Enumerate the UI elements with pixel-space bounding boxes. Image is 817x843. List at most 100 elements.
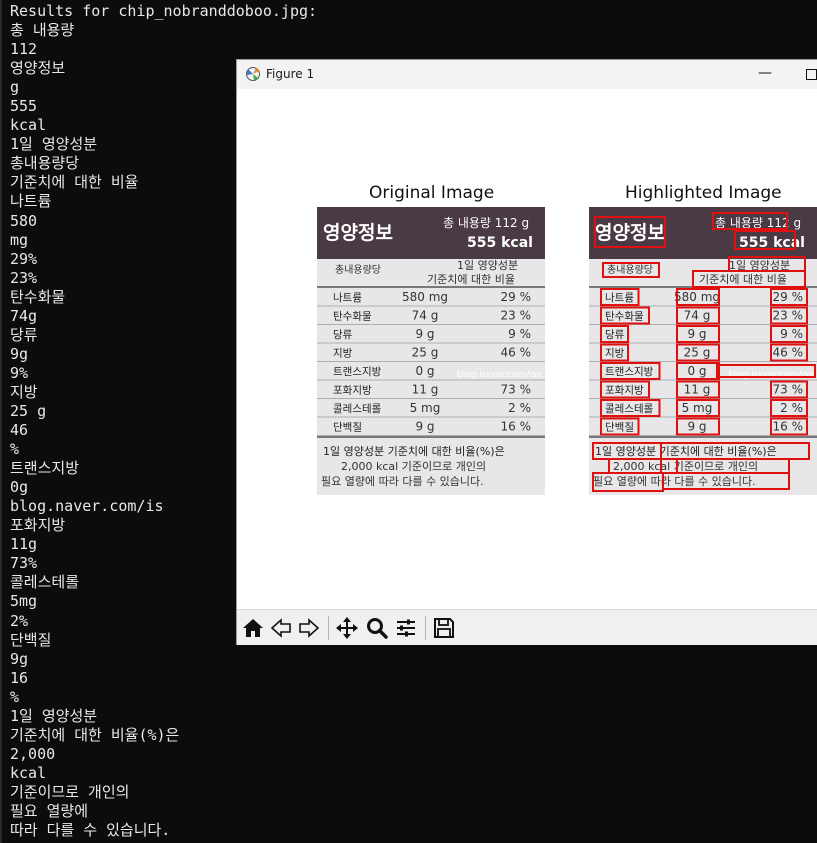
label-heading: 영양정보 <box>595 222 665 244</box>
label-nutrient-name: 당류 <box>333 329 353 341</box>
terminal-line: 9g <box>10 649 29 668</box>
label-nutrient-percent: 23 % <box>501 309 532 323</box>
label-heading: 영양정보 <box>323 222 393 244</box>
label-total: 총 내용량 112 g <box>443 216 529 230</box>
label-nutrient-amount: 5 mg <box>410 401 441 415</box>
label-footnote: 2,000 kcal 기준이므로 개인의 <box>341 460 486 473</box>
label-total: 총 내용량 112 g <box>715 216 801 230</box>
label-nutrient-name: 나트륨 <box>605 292 634 304</box>
terminal-line: Results for chip_nobranddoboo.jpg: <box>10 2 318 20</box>
label-nutrient-percent: 73 % <box>773 383 804 397</box>
zoom-icon[interactable] <box>364 615 390 641</box>
matplotlib-app-icon <box>246 67 260 81</box>
label-nutrient-percent: 73 % <box>501 383 532 397</box>
label-nutrient-percent: 29 % <box>773 290 804 304</box>
label-nutrient-name: 콜레스테롤 <box>605 403 654 415</box>
maximize-icon <box>805 69 817 80</box>
toolbar-separator <box>425 616 426 640</box>
label-nutrient-percent: 9 % <box>780 327 803 341</box>
label-nutrient-percent: 2 % <box>508 401 531 415</box>
label-nutrient-amount: 25 g <box>412 346 439 360</box>
label-footnote: 필요 열량에 따라 다를 수 있습니다. <box>321 475 484 488</box>
label-nutrient-name: 포화지방 <box>333 385 372 397</box>
label-nutrient-name: 지방 <box>333 348 353 360</box>
matplotlib-figure-window[interactable]: Figure 1 — Original Image Highlighted Im… <box>236 59 817 645</box>
label-nutrient-name: 당류 <box>605 329 625 341</box>
label-nutrient-name: 탄수화물 <box>333 311 372 323</box>
forward-arrow-icon[interactable] <box>296 615 322 641</box>
highlighted-image-title: Highlighted Image <box>625 183 782 203</box>
label-nutrient-percent: 46 % <box>501 346 532 360</box>
terminal-line: 112 <box>10 40 38 59</box>
label-nutrient-percent: 9 % <box>508 327 531 341</box>
label-nutrient-amount: 74 g <box>412 309 439 323</box>
label-nutrient-amount: 0 g <box>415 364 434 378</box>
label-kcal: 555 kcal <box>467 235 533 251</box>
label-nutrient-amount: 9 g <box>687 327 706 341</box>
label-nutrient-name: 포화지방 <box>605 385 644 397</box>
label-nutrient-name: 단백질 <box>605 422 634 434</box>
label-watermark: blog.naver.com/iss <box>457 370 542 380</box>
terminal-line: % <box>10 687 20 706</box>
label-daily-header: 기준치에 대한 비율 <box>699 273 787 286</box>
label-per-total: 총내용량당 <box>335 264 381 276</box>
label-nutrient-amount: 580 mg <box>402 290 448 304</box>
label-footnote: 1일 영양성분 기준치에 대한 비율(%)은 <box>595 444 777 458</box>
home-icon[interactable] <box>240 615 266 641</box>
terminal-line: 따라 다를 수 있습니다. <box>10 821 171 840</box>
label-nutrient-amount: 5 mg <box>682 401 713 415</box>
label-daily-header: 1일 영양성분 <box>729 258 790 272</box>
label-nutrient-amount: 74 g <box>684 309 711 323</box>
label-nutrient-amount: 9 g <box>687 420 706 434</box>
label-daily-header: 기준치에 대한 비율 <box>427 273 515 286</box>
label-nutrient-percent: 16 % <box>501 420 532 434</box>
label-nutrient-name: 콜레스테롤 <box>333 403 382 415</box>
label-footnote: 1일 영양성분 기준치에 대한 비율(%)은 <box>323 444 505 458</box>
label-nutrient-amount: 9 g <box>415 327 434 341</box>
label-nutrient-amount: 9 g <box>415 420 434 434</box>
save-icon[interactable] <box>431 615 457 641</box>
title-bar[interactable]: Figure 1 — <box>237 60 817 89</box>
nutrition-label-photo-highlighted: 영양정보 총 내용량 112 g555 kcal1일 영양성분기준치에 대한 비율… <box>589 207 817 495</box>
nutrition-label-photo: 영양정보 총 내용량 112 g 555 kcal 1일 영양성분기준치에 대한 비율… <box>317 207 545 495</box>
label-nutrient-percent: 16 % <box>773 420 804 434</box>
terminal-line: 총 내용량 <box>10 21 75 40</box>
terminal-line: 1일 영양성분 <box>10 706 98 725</box>
label-nutrient-percent: 2 % <box>780 401 803 415</box>
label-nutrient-amount: 0 g <box>687 364 706 378</box>
label-nutrient-name: 단백질 <box>333 422 362 434</box>
label-nutrient-name: 나트륨 <box>333 292 362 304</box>
configure-subplots-icon[interactable] <box>393 615 419 641</box>
label-daily-header: 1일 영양성분 <box>457 258 518 272</box>
label-nutrient-name: 탄수화물 <box>605 311 644 323</box>
terminal-line: kcal <box>10 763 47 782</box>
navigation-toolbar <box>237 609 817 645</box>
terminal-line: 2,000 <box>10 744 56 763</box>
terminal-line: 16 <box>10 668 29 687</box>
label-nutrient-amount: 580 mg <box>674 290 720 304</box>
back-arrow-icon[interactable] <box>268 615 294 641</box>
label-nutrient-percent: 46 % <box>773 346 804 360</box>
figure-canvas[interactable]: Original Image Highlighted Image 영양정보 총 내… <box>237 89 817 609</box>
terminal-line: 필요 열량에 <box>10 801 89 820</box>
maximize-button[interactable] <box>799 64 817 84</box>
label-nutrient-percent: 23 % <box>773 309 804 323</box>
toolbar-separator <box>328 616 329 640</box>
terminal-line: 기준치에 대한 비율(%)은 <box>10 725 180 744</box>
label-nutrient-percent: 29 % <box>501 290 532 304</box>
label-footnote: 2,000 kcal 기준이므로 개인의 <box>613 460 758 473</box>
label-nutrient-name: 트랜스지방 <box>333 366 382 378</box>
label-watermark: blog.naver.com/iss <box>729 370 814 380</box>
label-nutrient-name: 지방 <box>605 348 625 360</box>
label-nutrient-name: 트랜스지방 <box>605 366 654 378</box>
pan-icon[interactable] <box>334 615 360 641</box>
label-footnote: 필요 열량에 따라 다를 수 있습니다. <box>593 475 756 488</box>
highlighted-image: 영양정보 총 내용량 112 g 555 kcal 1일 영양성분 기준치에 대한 비율… <box>589 207 817 495</box>
minimize-button[interactable]: — <box>753 64 777 84</box>
window-title: Figure 1 <box>266 67 315 81</box>
label-nutrient-amount: 11 g <box>684 383 711 397</box>
label-per-total: 총내용량당 <box>607 264 653 276</box>
terminal-line: 기준이므로 개인의 <box>10 782 130 801</box>
original-image: 영양정보 총 내용량 112 g 555 kcal 1일 영양성분 기준치에 대한 비율… <box>317 207 545 495</box>
original-image-title: Original Image <box>369 183 495 203</box>
